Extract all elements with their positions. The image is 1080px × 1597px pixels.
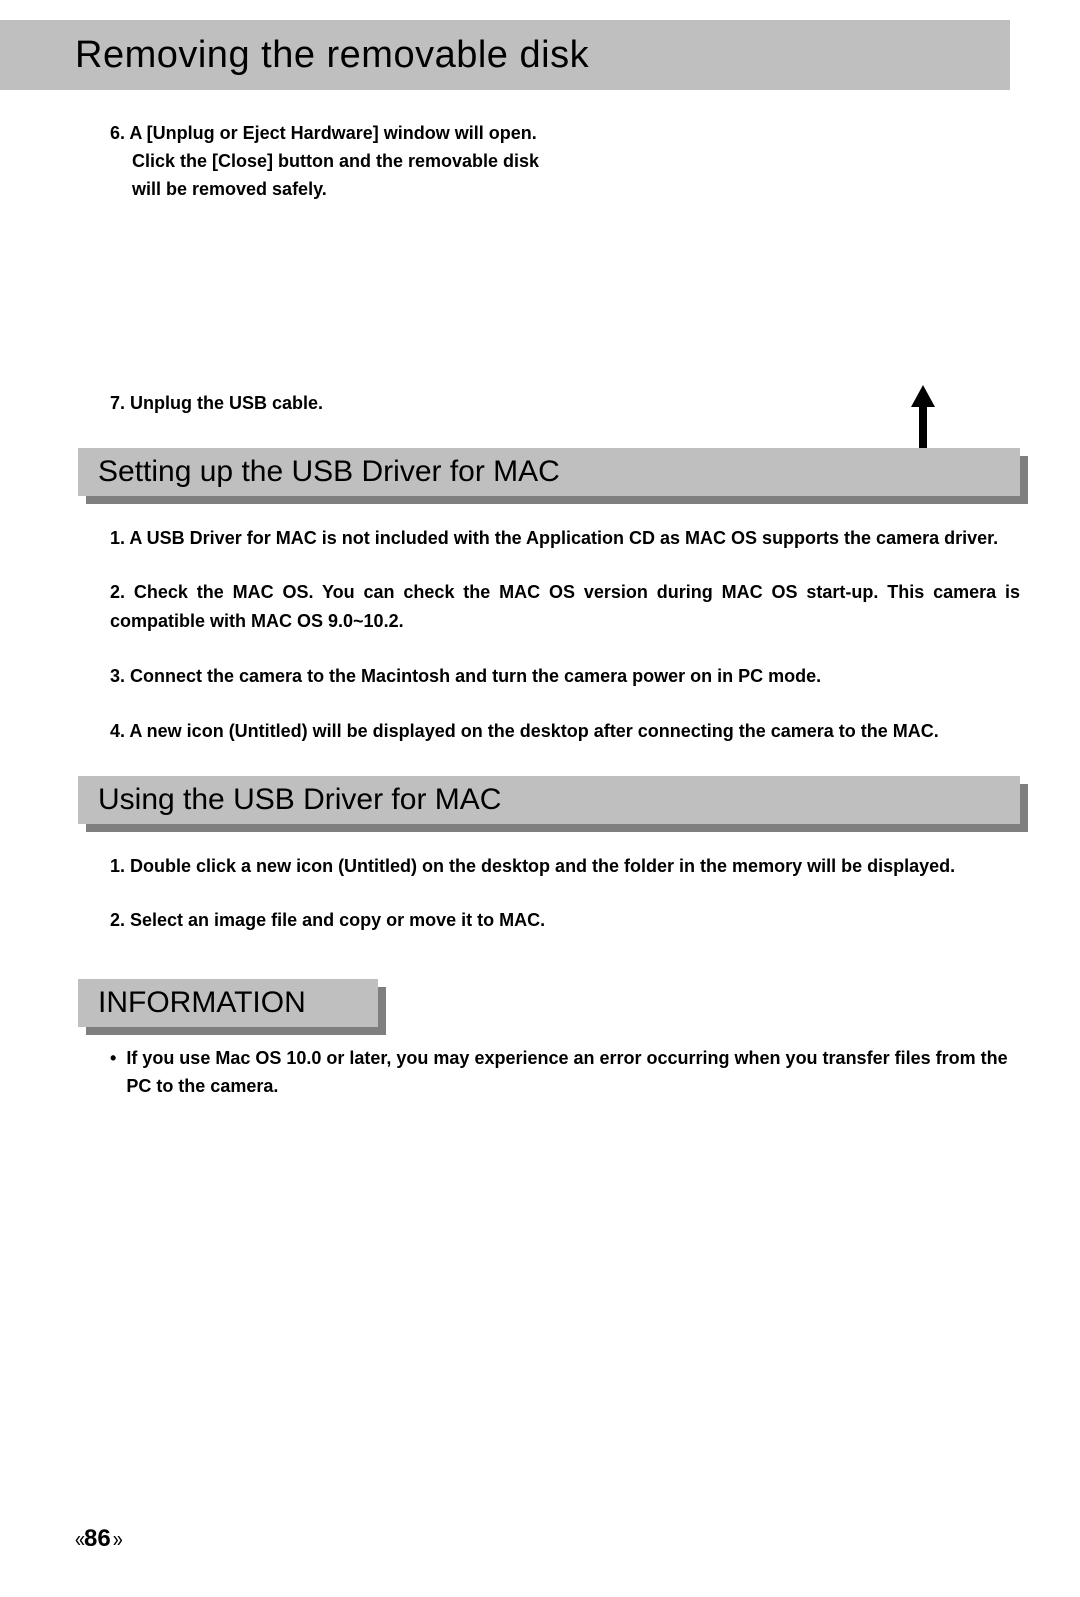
chevron-left-icon: « xyxy=(75,1525,82,1552)
section-1-banner: Setting up the USB Driver for MAC xyxy=(78,448,1020,496)
bullet-icon: • xyxy=(110,1045,116,1101)
info-text: If you use Mac OS 10.0 or later, you may… xyxy=(126,1045,1020,1101)
section1-item-3: 3. Connect the camera to the Macintosh a… xyxy=(110,662,1020,691)
section-2-title: Using the USB Driver for MAC xyxy=(98,783,501,817)
page-title-bar: Removing the removable disk xyxy=(0,20,1010,90)
info-item: • If you use Mac OS 10.0 or later, you m… xyxy=(110,1045,1020,1101)
info-banner: INFORMATION xyxy=(78,979,378,1027)
page-number-value: 86 xyxy=(84,1525,111,1553)
section-2-banner: Using the USB Driver for MAC xyxy=(78,776,1020,824)
step-7: 7. Unplug the USB cable. xyxy=(110,390,1010,418)
step-6-line1: 6. A [Unplug or Eject Hardware] window w… xyxy=(110,120,1010,148)
step-6-line2: Click the [Close] button and the removab… xyxy=(110,148,1010,176)
step-6-line3: will be removed safely. xyxy=(110,176,1010,204)
page-title: Removing the removable disk xyxy=(75,34,589,77)
section-1-title: Setting up the USB Driver for MAC xyxy=(98,455,560,489)
section1-item-1: 1. A USB Driver for MAC is not included … xyxy=(110,524,1020,553)
section1-item-2: 2. Check the MAC OS. You can check the M… xyxy=(110,578,1020,636)
section2-item-2: 2. Select an image file and copy or move… xyxy=(110,906,1020,935)
chevron-right-icon: » xyxy=(113,1525,120,1552)
section2-item-1: 1. Double click a new icon (Untitled) on… xyxy=(110,852,1020,881)
section1-item-4: 4. A new icon (Untitled) will be display… xyxy=(110,717,1020,746)
arrow-up-icon xyxy=(909,385,937,455)
info-title: INFORMATION xyxy=(98,986,306,1020)
step-6: 6. A [Unplug or Eject Hardware] window w… xyxy=(110,120,1010,204)
page-number: « 86 » xyxy=(75,1525,120,1553)
